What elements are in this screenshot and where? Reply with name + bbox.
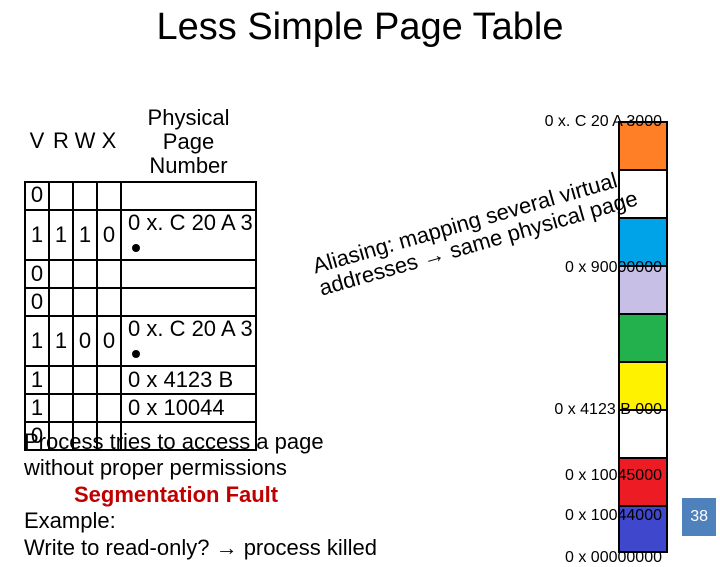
cell-x: 0 [97,316,121,366]
bottom-line2: without proper permissions [24,455,464,481]
bottom-line1: Process tries to access a page [24,429,464,455]
slide-number: 38 [682,498,716,536]
cell-w [73,288,97,316]
table-row: 0 [25,288,256,316]
cell-v: 1 [25,394,49,422]
table-row: 11100 x. C 20 A 3 [25,210,256,260]
col-header-x: X [97,104,121,182]
cell-r [49,182,73,210]
table-row: 0 [25,182,256,210]
cell-ppn: 0 x 10044 [121,394,256,422]
cell-x: 0 [97,210,121,260]
cell-v: 1 [25,210,49,260]
bottom-line4b: → process killed [216,535,377,560]
cell-x [97,288,121,316]
mem-label-bottom: 0 x 00000000 [565,549,662,567]
table-row: 1 0 x 4123 B [25,366,256,394]
page-table-body: 011100 x. C 20 A 30011000 x. C 20 A 310 … [25,182,256,451]
ppn-head-line1: Physical Page [148,105,230,154]
cell-x [97,260,121,288]
col-header-v: V [25,104,49,182]
cell-w: 1 [73,210,97,260]
cell-ppn: 0 x 4123 B [121,366,256,394]
segfault-label: Segmentation Fault [24,482,464,508]
table-row: 0 [25,260,256,288]
page-table: V R W X Physical Page Number 011100 x. C… [24,104,257,451]
table-row: 1 0 x 10044 [25,394,256,422]
cell-ppn [121,288,256,316]
col-header-ppn: Physical Page Number [121,104,256,182]
bottom-line4a: Write to read-only? [24,535,216,560]
mem-label-second: 0 x 90000000 [565,259,662,277]
cell-r: 1 [49,316,73,366]
cell-v: 1 [25,316,49,366]
cell-r: 1 [49,210,73,260]
cell-r [49,366,73,394]
mapping-dot-icon [132,350,140,358]
cell-ppn: 0 x. C 20 A 3 [121,210,256,260]
cell-v: 0 [25,288,49,316]
cell-w [73,366,97,394]
cell-v: 1 [25,366,49,394]
cell-w [73,182,97,210]
col-header-r: R [49,104,73,182]
bottom-text: Process tries to access a page without p… [24,429,464,561]
cell-v: 0 [25,182,49,210]
cell-ppn [121,182,256,210]
mem-label-top: 0 x. C 20 A 3000 [545,113,662,131]
mem-block-4 [618,313,668,361]
cell-r [49,394,73,422]
table-row: 11000 x. C 20 A 3 [25,316,256,366]
col-header-w: W [73,104,97,182]
mem-block-2 [618,217,668,265]
bottom-line4: Write to read-only? → process killed [24,535,464,561]
cell-x [97,394,121,422]
cell-w [73,260,97,288]
mem-label-fourth: 0 x 10045000 [565,467,662,485]
mapping-dot-icon [132,244,140,252]
cell-x [97,366,121,394]
aliasing-annotation: Aliasing: mapping several virtual addres… [310,164,640,299]
cell-w: 0 [73,316,97,366]
ppn-head-line2: Number [149,153,227,178]
cell-v: 0 [25,260,49,288]
mem-label-third: 0 x 4123 B 000 [554,401,662,419]
cell-ppn [121,260,256,288]
bottom-line3: Example: [24,508,464,534]
mem-label-fifth: 0 x 10044000 [565,507,662,525]
slide-title: Less Simple Page Table [0,0,720,49]
cell-r [49,288,73,316]
cell-x [97,182,121,210]
cell-ppn: 0 x. C 20 A 3 [121,316,256,366]
cell-r [49,260,73,288]
cell-w [73,394,97,422]
